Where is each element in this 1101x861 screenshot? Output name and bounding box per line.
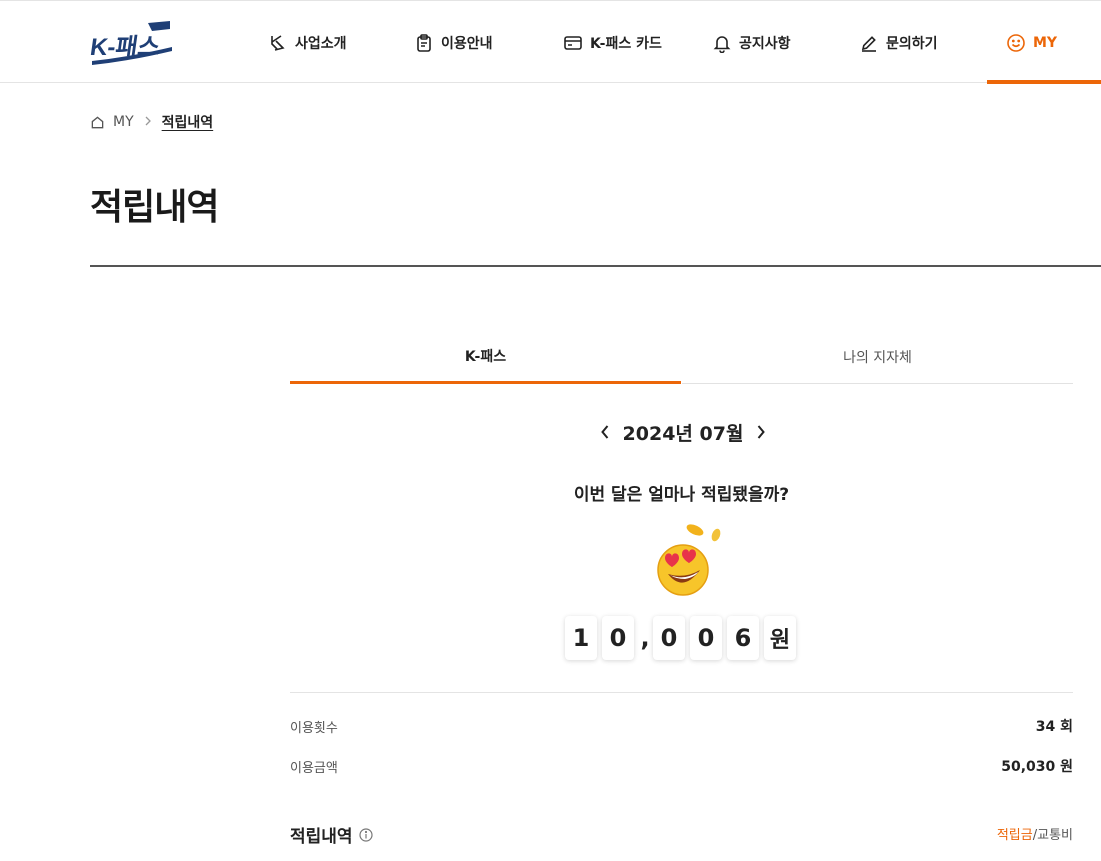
tab-k-pass[interactable]: K-패스	[290, 330, 681, 384]
page-title: 적립내역	[90, 187, 219, 228]
site-header: K-패스 사업소개 이용안내 K-패스 카드 공지사항 문의하기 MY	[0, 0, 1101, 84]
info-icon[interactable]	[358, 827, 373, 842]
nav-item-inquiry[interactable]: 문의하기	[859, 1, 938, 84]
amount-digit: 1	[565, 616, 597, 660]
chevron-right-icon	[144, 115, 152, 129]
nav-label-guide: 이용안내	[441, 35, 493, 52]
amount-digit: 6	[727, 616, 759, 660]
amount-digit: 0	[653, 616, 685, 660]
legend-fare: 교통비	[1037, 828, 1073, 843]
savings-amount: 1 0 , 0 0 6 원	[565, 615, 796, 661]
summary-divider	[290, 692, 1073, 693]
stat-value: 34 회	[1035, 719, 1073, 735]
nav-item-card[interactable]: K-패스 카드	[563, 1, 662, 84]
stat-value: 50,030 원	[1001, 759, 1073, 775]
amount-unit: 원	[764, 616, 796, 660]
k-logo-icon	[268, 33, 288, 53]
amount-comma: ,	[640, 624, 650, 652]
month-label: 2024년 07월	[622, 422, 744, 445]
breadcrumb: MY 적립내역	[90, 112, 213, 132]
nav-item-my[interactable]: MY	[1006, 1, 1057, 84]
stat-label: 이용횟수	[290, 720, 338, 736]
nav-label-card: K-패스 카드	[590, 35, 662, 52]
nav-label-notice: 공지사항	[739, 35, 791, 52]
bell-icon	[712, 33, 732, 53]
month-navigator: 2024년 07월	[595, 418, 771, 446]
smile-icon	[1006, 33, 1026, 53]
stat-row-usage-count: 이용횟수 34 회	[290, 715, 1073, 737]
pencil-icon	[859, 33, 879, 53]
savings-question: 이번 달은 얼마나 적립됐을까?	[573, 485, 790, 505]
nav-item-about[interactable]: 사업소개	[268, 1, 347, 84]
chevron-right-icon[interactable]	[751, 420, 771, 444]
k-pass-logo[interactable]: K-패스	[88, 21, 174, 71]
nav-label-about: 사업소개	[295, 35, 347, 52]
nav-label-my: MY	[1033, 34, 1058, 51]
chevron-left-icon[interactable]	[595, 420, 615, 444]
heart-eyes-emoji-icon	[645, 521, 727, 601]
title-divider	[90, 265, 1101, 267]
breadcrumb-item-my[interactable]: MY	[113, 114, 134, 130]
amount-digit: 0	[602, 616, 634, 660]
stat-label: 이용금액	[290, 760, 338, 776]
tab-bar: K-패스 나의 지자체	[290, 330, 1073, 384]
clipboard-icon	[414, 33, 434, 53]
nav-active-indicator	[987, 80, 1101, 84]
svg-text:K-패스: K-패스	[90, 34, 162, 61]
card-icon	[563, 33, 583, 53]
nav-item-guide[interactable]: 이용안내	[414, 1, 493, 84]
breadcrumb-item-current[interactable]: 적립내역	[162, 112, 214, 132]
nav-label-inquiry: 문의하기	[886, 35, 938, 52]
tab-local-government[interactable]: 나의 지자체	[682, 330, 1073, 384]
history-title: 적립내역	[290, 827, 353, 847]
home-icon[interactable]	[90, 115, 105, 130]
history-legend: 적립금/교통비	[997, 824, 1073, 843]
history-section-title: 적립내역	[290, 822, 373, 847]
legend-points: 적립금	[996, 828, 1033, 843]
nav-item-notice[interactable]: 공지사항	[712, 1, 791, 84]
stat-row-usage-amount: 이용금액 50,030 원	[290, 755, 1073, 777]
amount-digit: 0	[690, 616, 722, 660]
